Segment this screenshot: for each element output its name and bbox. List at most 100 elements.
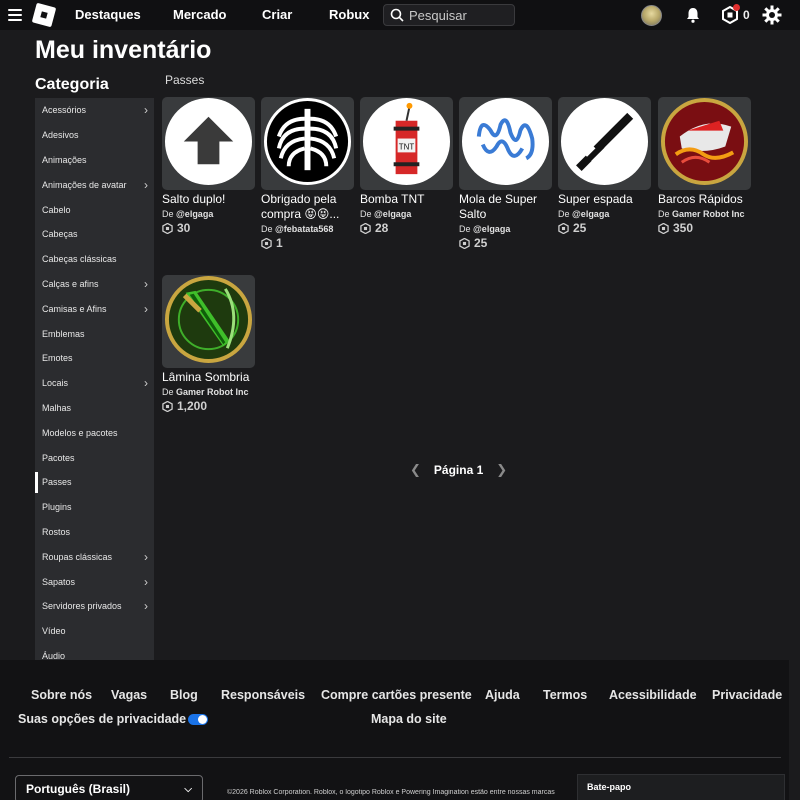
footer-link-responsaveis[interactable]: Responsáveis [221,688,305,702]
sidebar-item-label: Calças e afins [42,278,99,289]
item-creator: De @febatata568 [261,224,354,234]
sidebar-item-label: Servidores privados [42,601,122,612]
avatar[interactable] [641,5,662,26]
footer-link-sitemap[interactable]: Mapa do site [371,712,447,726]
creator-name[interactable]: @febatata568 [275,224,333,234]
price-value: 25 [474,236,488,250]
item-thumbnail[interactable] [162,97,255,190]
item-creator: De Gamer Robot Inc [658,209,751,219]
copyright-text: ©2026 Roblox Corporation. Roblox, o logo… [227,789,555,796]
sidebar-item-label: Emotes [42,353,73,364]
item-name[interactable]: Mola de Super Salto [459,192,552,222]
chat-panel[interactable]: Bate-papo [577,774,785,800]
item-card[interactable]: TNT Bomba TNT De @elgaga 28 [360,97,453,235]
item-card[interactable]: Salto duplo! De @elgaga 30 [162,97,255,235]
item-price: 1,200 [162,399,255,413]
item-name[interactable]: Bomba TNT [360,192,453,207]
sidebar-item[interactable]: Sapatos › [35,569,154,594]
sidebar-item[interactable]: Rostos [35,520,154,545]
item-thumbnail[interactable] [261,97,354,190]
item-card[interactable]: Lâmina Sombria De Gamer Robot Inc 1,200 [162,275,255,413]
sidebar-item[interactable]: Acessórios › [35,98,154,123]
footer-link-blog[interactable]: Blog [170,688,198,702]
language-select[interactable]: Português (Brasil) ⌵ [15,775,203,800]
sidebar-item[interactable]: Locais › [35,371,154,396]
robux-icon [558,222,569,234]
item-card[interactable]: Obrigado pela compra 😝😝... De @febatata56… [261,97,354,250]
item-name[interactable]: Obrigado pela compra 😝😝... [261,192,354,222]
footer-link-privacidade[interactable]: Privacidade [712,688,782,702]
item-name[interactable]: Barcos Rápidos [658,192,751,207]
item-card[interactable]: Super espada De @elgaga 25 [558,97,651,235]
search-box[interactable] [383,4,515,26]
footer-divider [9,757,781,758]
item-thumbnail[interactable]: TNT [360,97,453,190]
sidebar-item[interactable]: Cabeças [35,222,154,247]
creator-name[interactable]: @elgaga [572,209,609,219]
footer-link-vagas[interactable]: Vagas [111,688,147,702]
footer-link-ajuda[interactable]: Ajuda [485,688,520,702]
gear-icon[interactable] [762,5,782,25]
price-value: 1 [276,236,283,250]
sidebar-item[interactable]: Cabelo [35,197,154,222]
sidebar-item[interactable]: Malhas [35,396,154,421]
nav-link-criar[interactable]: Criar [262,7,292,22]
nav-link-robux[interactable]: Robux [329,7,369,22]
creator-name[interactable]: @elgaga [374,209,411,219]
price-value: 30 [177,221,191,235]
creator-prefix: De [558,209,570,219]
sidebar-item-label: Malhas [42,402,72,413]
sidebar-item[interactable]: Adesivos [35,123,154,148]
sidebar-item[interactable]: Servidores privados › [35,594,154,619]
robux-icon [162,400,173,412]
creator-name[interactable]: @elgaga [473,224,510,234]
sidebar-item[interactable]: Animações [35,148,154,173]
bell-icon[interactable] [684,6,702,24]
robux-balance: 0 [743,8,750,22]
sidebar-item[interactable]: Áudio [35,644,154,660]
item-thumbnail[interactable] [162,275,255,368]
scrollbar[interactable] [789,30,800,800]
item-card[interactable]: Barcos Rápidos De Gamer Robot Inc 350 [658,97,751,235]
creator-name[interactable]: @elgaga [176,209,213,219]
sidebar-item[interactable]: Emblemas [35,321,154,346]
sidebar-item[interactable]: Animações de avatar › [35,172,154,197]
sidebar-item[interactable]: Roupas clássicas › [35,544,154,569]
robux-icon [360,222,371,234]
chevron-left-icon[interactable]: ❮ [410,462,421,478]
item-card[interactable]: Mola de Super Salto De @elgaga 25 [459,97,552,250]
sidebar-item[interactable]: Plugins [35,495,154,520]
menu-icon[interactable] [8,9,22,21]
footer-link-sobre[interactable]: Sobre nós [31,688,92,702]
item-name[interactable]: Super espada [558,192,651,207]
sidebar-item-label: Cabeças clássicas [42,254,117,265]
chevron-right-icon[interactable]: ❯ [496,462,507,478]
sidebar-item[interactable]: Emotes [35,346,154,371]
footer-link-termos[interactable]: Termos [543,688,587,702]
sidebar-item[interactable]: Calças e afins › [35,272,154,297]
item-thumbnail[interactable] [558,97,651,190]
creator-name[interactable]: Gamer Robot Inc [672,209,745,219]
footer-link-cartoes[interactable]: Compre cartões presente [321,688,472,702]
sidebar-item[interactable]: Modelos e pacotes [35,420,154,445]
roblox-logo-icon[interactable] [31,2,57,28]
item-name[interactable]: Salto duplo! [162,192,255,207]
sidebar-item[interactable]: Passes [35,470,154,495]
section-label: Passes [165,73,205,87]
item-thumbnail[interactable] [658,97,751,190]
sidebar-item[interactable]: Camisas e Afins › [35,296,154,321]
footer-link-acessibilidade[interactable]: Acessibilidade [609,688,697,702]
sidebar-item[interactable]: Cabeças clássicas [35,247,154,272]
sidebar-item-label: Áudio [42,650,66,660]
creator-name[interactable]: Gamer Robot Inc [176,387,249,397]
sidebar-item[interactable]: Vídeo [35,619,154,644]
item-creator: De @elgaga [360,209,453,219]
nav-link-mercado[interactable]: Mercado [173,7,226,22]
chevron-right-icon: › [144,574,148,589]
item-thumbnail[interactable] [459,97,552,190]
item-name[interactable]: Lâmina Sombria [162,370,255,385]
sidebar-item[interactable]: Pacotes [35,445,154,470]
nav-link-destaques[interactable]: Destaques [75,7,141,22]
search-input[interactable] [409,7,509,23]
footer-link-privacy-choices[interactable]: Suas opções de privacidade [18,712,209,726]
